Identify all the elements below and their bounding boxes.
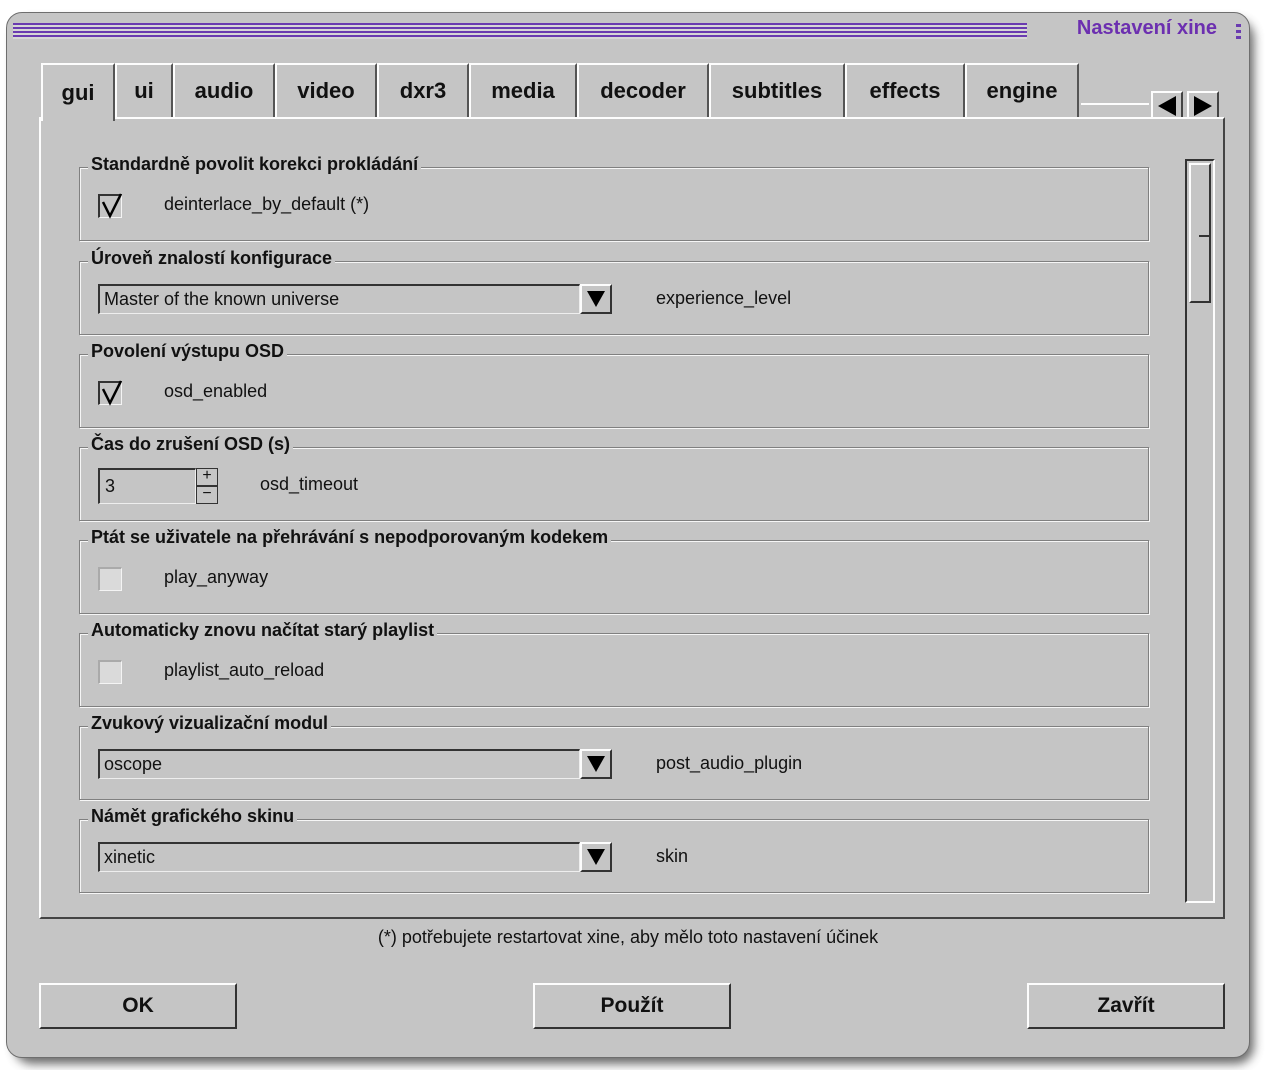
scrollbar-grip-icon [1199,235,1209,237]
post-audio-plugin-select[interactable]: oscope [98,749,580,779]
skin-select[interactable]: xinetic [98,842,580,872]
tab-dxr3[interactable]: dxr3 [377,63,469,117]
group-osd-timeout: Čas do zrušení OSD (s) 3 + − osd_timeout [79,434,1149,521]
osd-enabled-checkbox[interactable] [98,380,123,406]
tab-audio[interactable]: audio [173,63,275,117]
group-deinterlace: Standardně povolit korekci prokládání de… [79,154,1149,241]
arrow-right-icon [1194,96,1212,116]
group-legend: Standardně povolit korekci prokládání [88,154,422,175]
title-grip-icon[interactable] [1236,24,1241,40]
checkmark-icon [101,193,123,219]
osd-timeout-input[interactable]: 3 [98,468,196,504]
group-legend: Námět grafického skinu [88,806,298,827]
ok-button[interactable]: OK [39,983,237,1029]
group-play-anyway: Ptát se uživatele na přehrávání s nepodp… [79,527,1149,614]
option-key-label: deinterlace_by_default (*) [164,194,370,214]
scrollbar-thumb[interactable] [1189,163,1211,303]
group-legend: Ptát se uživatele na přehrávání s nepodp… [88,527,612,548]
tab-gui[interactable]: gui [41,63,115,121]
group-legend: Povolení výstupu OSD [88,341,288,362]
triangle-down-icon [587,849,605,865]
group-playlist-auto-reload: Automaticky znovu načítat starý playlist… [79,620,1149,707]
post-audio-plugin-dropdown-button[interactable] [580,749,612,779]
osd-timeout-increment-button[interactable]: + [196,468,218,486]
tab-ui[interactable]: ui [115,63,173,117]
group-skin: Námět grafického skinu xinetic skin [79,806,1149,893]
experience-level-select[interactable]: Master of the known universe [98,284,580,314]
option-key-label: osd_timeout [260,474,359,494]
tab-video[interactable]: video [275,63,377,117]
settings-scrollbar[interactable] [1185,159,1215,903]
close-button[interactable]: Zavřít [1027,983,1225,1029]
tab-decoder[interactable]: decoder [577,63,709,117]
option-key-label: osd_enabled [164,381,268,401]
triangle-down-icon [587,756,605,772]
skin-dropdown-button[interactable] [580,842,612,872]
group-legend: Zvukový vizualizační modul [88,713,332,734]
group-post-audio-plugin: Zvukový vizualizační modul oscope post_a… [79,713,1149,800]
playlist-auto-reload-checkbox[interactable] [98,660,122,684]
tab-media[interactable]: media [469,63,577,117]
option-key-label: play_anyway [164,567,269,587]
settings-panel: Standardně povolit korekci prokládání de… [39,117,1225,919]
triangle-down-icon [587,291,605,307]
group-osd-enabled: Povolení výstupu OSD osd_enabled [79,341,1149,428]
apply-button[interactable]: Použít [533,983,731,1029]
arrow-left-icon [1158,96,1176,116]
restart-note: (*) potřebujete restartovat xine, aby mě… [377,927,879,947]
group-legend: Čas do zrušení OSD (s) [88,434,294,455]
title-bar-stripes[interactable] [13,23,1027,39]
play-anyway-checkbox[interactable] [98,567,122,591]
experience-level-dropdown-button[interactable] [580,284,612,314]
group-legend: Automaticky znovu načítat starý playlist [88,620,438,641]
osd-timeout-decrement-button[interactable]: − [196,486,218,504]
tab-effects[interactable]: effects [845,63,965,117]
title-bar[interactable]: Nastavení xine [7,13,1249,47]
group-experience-level: Úroveň znalostí konfigurace Master of th… [79,248,1149,335]
deinterlace-checkbox[interactable] [98,193,123,219]
checkmark-icon [101,380,123,406]
group-legend: Úroveň znalostí konfigurace [88,248,336,269]
tab-engine[interactable]: engine [965,63,1079,117]
settings-window: Nastavení xine gui ui audio video dxr3 m… [6,12,1250,1058]
option-key-label: post_audio_plugin [656,753,803,773]
option-key-label: skin [656,846,689,866]
option-key-label: playlist_auto_reload [164,660,325,680]
window-title: Nastavení xine [1076,17,1217,39]
tab-subtitles[interactable]: subtitles [709,63,845,117]
option-key-label: experience_level [656,288,792,308]
